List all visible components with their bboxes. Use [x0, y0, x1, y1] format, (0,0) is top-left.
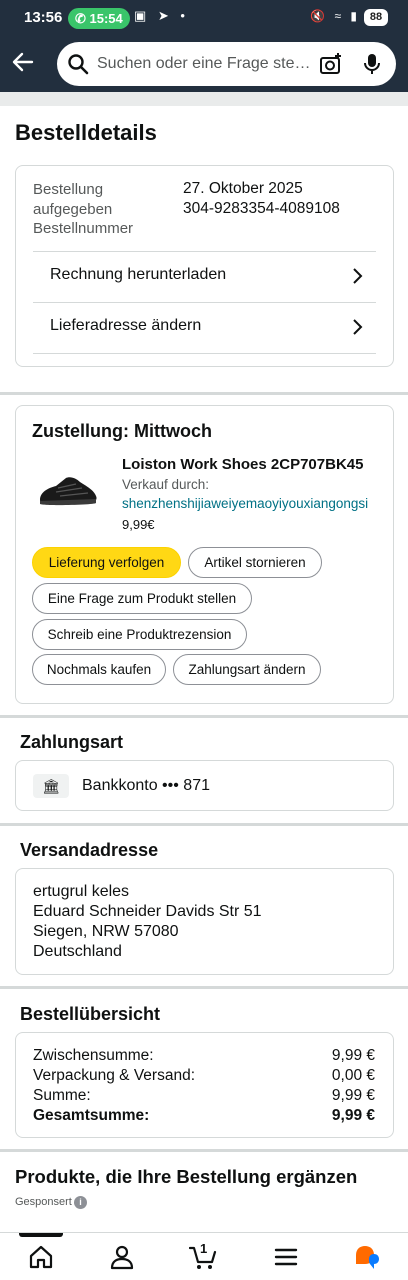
- microphone-icon[interactable]: [362, 52, 382, 76]
- shipping-title: Versandadresse: [20, 840, 159, 860]
- product-price: 9,99€: [122, 517, 155, 532]
- chevron-right-icon: [353, 319, 363, 335]
- rufus-icon[interactable]: [353, 1243, 381, 1271]
- address-street: Eduard Schneider Davids Str 51: [33, 903, 262, 920]
- home-icon[interactable]: [27, 1243, 55, 1271]
- notification-icons: ▣ ➤ •: [134, 8, 189, 23]
- order-info-card: Bestellung aufgegeben Bestellnummer 27. …: [15, 165, 394, 367]
- system-icons: 🔇 ≈ ▮: [310, 9, 360, 23]
- menu-icon[interactable]: [272, 1243, 300, 1271]
- seller-label: Verkauf durch:: [122, 477, 210, 492]
- delivery-title: Zustellung: Mittwoch: [32, 421, 212, 441]
- subtotal-value: 9,99 €: [331, 1047, 375, 1064]
- camera-search-icon[interactable]: [319, 52, 343, 76]
- call-time: 15:54: [89, 11, 123, 26]
- shipping-cost-value: 0,00 €: [331, 1067, 375, 1084]
- battery-icon: 88: [364, 9, 388, 26]
- address-country: Deutschland: [33, 943, 122, 960]
- order-date: 27. Oktober 2025: [183, 180, 303, 197]
- product-image[interactable]: [36, 470, 100, 510]
- track-delivery-button[interactable]: Lieferung verfolgen: [32, 547, 181, 578]
- account-icon[interactable]: [108, 1243, 136, 1271]
- order-number-label: Bestellnummer: [33, 220, 134, 237]
- seller-link[interactable]: shenzhenshijiaweiyemaoyiyouxiangongsi: [122, 496, 368, 511]
- sum-label: Summe:: [33, 1087, 91, 1104]
- call-indicator[interactable]: ✆ 15:54: [68, 8, 130, 29]
- divider: [33, 251, 376, 252]
- search-header: Suchen oder eine Frage stellen: [0, 36, 408, 92]
- order-placed-label: Bestellung aufgegeben: [33, 181, 113, 218]
- grand-total-value: 9,99 €: [331, 1107, 375, 1124]
- bank-icon: 🏛: [33, 774, 69, 798]
- payment-title: Zahlungsart: [20, 732, 124, 752]
- divider: [33, 302, 376, 303]
- recommendations-title: Produkte, die Ihre Bestellung ergänzen: [15, 1166, 358, 1187]
- back-arrow-icon[interactable]: [10, 49, 36, 75]
- bottom-navigation: [0, 1232, 408, 1280]
- subtotal-label: Zwischensumme:: [33, 1047, 154, 1064]
- sponsored-label: Gesponsert: [15, 1196, 72, 1208]
- scroll-remnant: [0, 92, 408, 106]
- address-city: Siegen, NRW 57080: [33, 923, 179, 940]
- sum-value: 9,99 €: [331, 1087, 375, 1104]
- status-bar: 13:56 ✆ 15:54 ▣ ➤ • 🔇 ≈ ▮ 88: [0, 0, 408, 36]
- order-number: 304-9283354-4089108: [183, 200, 340, 217]
- recommendations-section: [0, 1152, 408, 1232]
- invoice-download-label: Rechnung herunterladen: [50, 266, 227, 283]
- write-review-button[interactable]: Schreib eine Produktrezension: [32, 619, 247, 650]
- page-title: Bestelldetails: [15, 120, 157, 145]
- summary-title: Bestellübersicht: [20, 1004, 161, 1024]
- cart-count-badge: 1: [200, 1241, 208, 1256]
- info-icon[interactable]: i: [74, 1196, 87, 1209]
- change-address-label: Lieferadresse ändern: [50, 317, 202, 334]
- grand-total-label: Gesamtsumme:: [33, 1107, 150, 1124]
- buy-again-button[interactable]: Nochmals kaufen: [32, 654, 166, 685]
- address-name: ertugrul keles: [33, 883, 130, 900]
- divider: [33, 353, 376, 354]
- cancel-item-button[interactable]: Artikel stornieren: [188, 547, 322, 578]
- shipping-cost-label: Verpackung & Versand:: [33, 1067, 196, 1084]
- search-icon: [68, 54, 89, 75]
- search-input[interactable]: Suchen oder eine Frage stellen: [97, 55, 312, 73]
- status-time: 13:56: [24, 9, 63, 26]
- search-bar[interactable]: Suchen oder eine Frage stellen: [57, 42, 396, 86]
- chevron-right-icon: [353, 268, 363, 284]
- product-title[interactable]: Loiston Work Shoes 2CP707BK45: [122, 456, 363, 473]
- ask-question-button[interactable]: Eine Frage zum Produkt stellen: [32, 583, 252, 614]
- change-payment-button[interactable]: Zahlungsart ändern: [173, 654, 321, 685]
- payment-method: Bankkonto ••• 871: [82, 777, 210, 794]
- active-tab-indicator: [19, 1233, 63, 1237]
